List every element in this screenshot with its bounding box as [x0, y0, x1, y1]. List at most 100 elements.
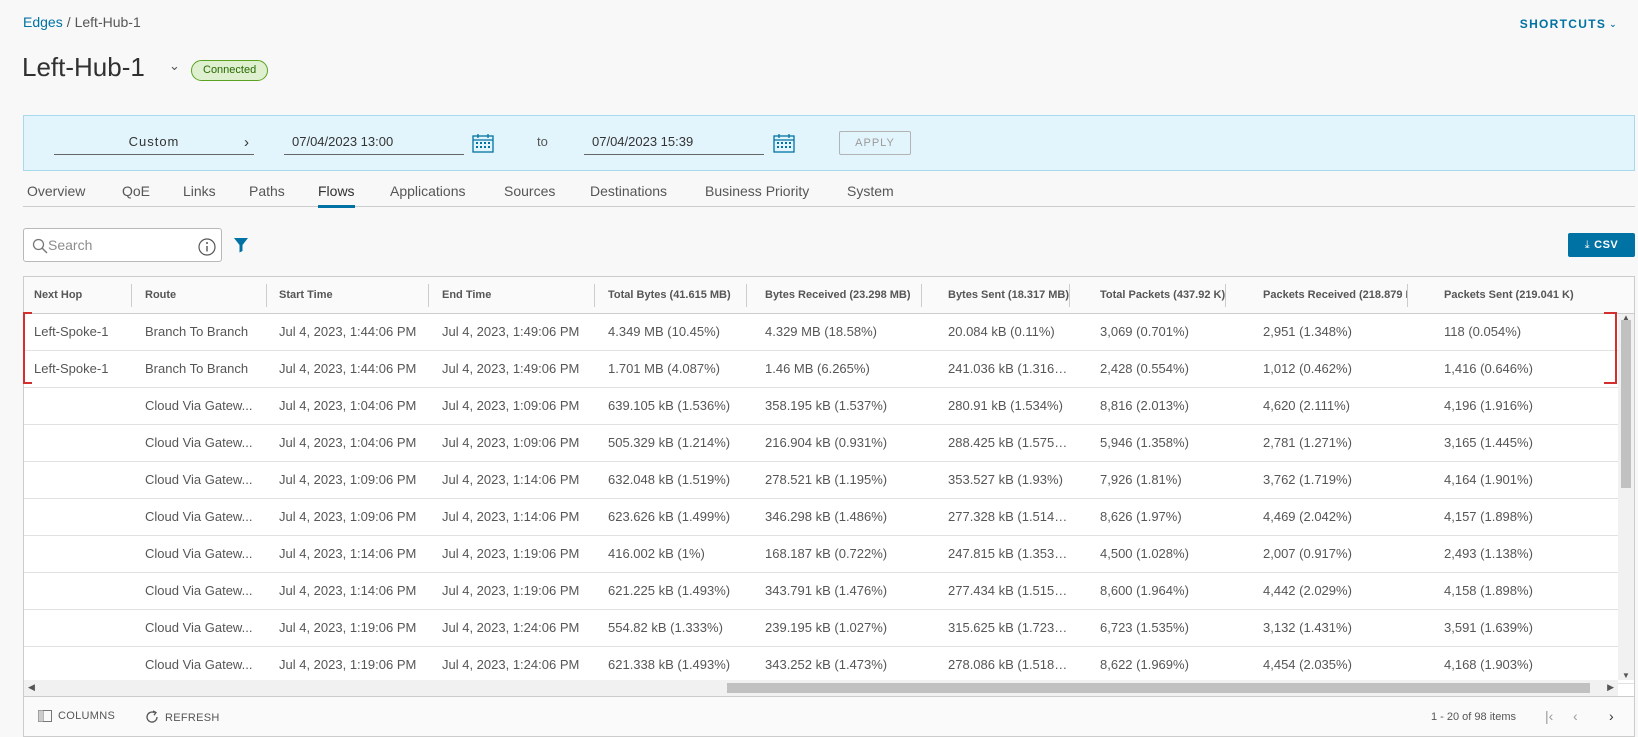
column-resize-handle[interactable] — [1225, 284, 1226, 307]
start-date-input[interactable]: 07/04/2023 13:00 — [284, 131, 464, 155]
cell-bytes-sent: 278.086 kB (1.518%) — [948, 657, 1069, 672]
column-header-total-bytes[interactable]: Total Bytes (41.615 MB) — [598, 277, 746, 314]
tab-paths[interactable]: Paths — [249, 183, 285, 199]
column-header-packets-received[interactable]: Packets Received (218.879 K) — [1253, 277, 1407, 314]
refresh-button[interactable]: REFRESH — [145, 710, 220, 724]
first-page-icon[interactable]: |‹ — [1545, 708, 1553, 724]
time-range-select[interactable]: Custom › — [54, 131, 254, 155]
tab-business-priority[interactable]: Business Priority — [705, 183, 809, 199]
tab-overview[interactable]: Overview — [27, 183, 85, 199]
next-page-icon[interactable]: › — [1609, 708, 1614, 724]
column-header-total-packets[interactable]: Total Packets (437.92 K) — [1090, 277, 1225, 314]
cell-next-hop: Left-Spoke-1 — [34, 324, 109, 339]
column-resize-handle[interactable] — [746, 284, 747, 307]
tab-sources[interactable]: Sources — [504, 183, 555, 199]
cell-total-bytes: 632.048 kB (1.519%) — [608, 472, 731, 487]
end-date-input[interactable]: 07/04/2023 15:39 — [584, 131, 764, 155]
previous-page-icon[interactable]: ‹ — [1573, 708, 1578, 724]
cell-bytes-received: 168.187 kB (0.722%) — [765, 546, 888, 561]
column-header-packets-sent[interactable]: Packets Sent (219.041 K) — [1434, 277, 1618, 314]
tab-system[interactable]: System — [847, 183, 894, 199]
scroll-left-icon[interactable]: ◀ — [28, 682, 35, 693]
edge-select-chevron-down-icon[interactable]: ⌄ — [169, 58, 180, 74]
table-row[interactable]: Cloud Via Gatew... Jul 4, 2023, 1:19:06 P… — [24, 647, 1634, 684]
breadcrumb: Edges / Left-Hub-1 — [23, 14, 141, 30]
scroll-right-icon[interactable]: ▶ — [1607, 682, 1614, 693]
column-header-end-time[interactable]: End Time — [432, 277, 594, 314]
cell-start-time: Jul 4, 2023, 1:04:06 PM — [279, 435, 417, 450]
horizontal-scroll-thumb[interactable] — [727, 683, 1590, 693]
time-range-value: Custom — [128, 134, 180, 149]
apply-button[interactable]: APPLY — [839, 131, 911, 155]
cell-packets-sent: 3,591 (1.639%) — [1444, 620, 1533, 635]
table-row[interactable]: Cloud Via Gatew... Jul 4, 2023, 1:14:06 P… — [24, 536, 1634, 573]
calendar-icon[interactable] — [472, 133, 494, 153]
cell-total-packets: 8,816 (2.013%) — [1100, 398, 1189, 413]
column-header-next-hop[interactable]: Next Hop — [24, 277, 131, 314]
column-resize-handle[interactable] — [1407, 284, 1408, 307]
cell-total-bytes: 621.338 kB (1.493%) — [608, 657, 731, 672]
csv-label: CSV — [1594, 239, 1619, 251]
cell-packets-received: 4,469 (2.042%) — [1263, 509, 1352, 524]
datagrid-header: Next Hop Route Start Time End Time Total… — [24, 277, 1634, 314]
csv-export-button[interactable]: ⤓ CSV — [1568, 233, 1635, 257]
table-row[interactable]: Cloud Via Gatew... Jul 4, 2023, 1:14:06 P… — [24, 573, 1634, 610]
cell-end-time: Jul 4, 2023, 1:14:06 PM — [442, 509, 580, 524]
cell-packets-received: 4,454 (2.035%) — [1263, 657, 1352, 672]
search-input[interactable] — [48, 235, 188, 255]
cell-bytes-received: 278.521 kB (1.195%) — [765, 472, 888, 487]
calendar-icon[interactable] — [773, 133, 795, 153]
columns-toggle-button[interactable]: COLUMNS — [38, 710, 115, 722]
table-row[interactable]: Cloud Via Gatew... Jul 4, 2023, 1:09:06 P… — [24, 462, 1634, 499]
horizontal-scrollbar[interactable]: ◀ ▶ — [24, 680, 1618, 696]
column-resize-handle[interactable] — [428, 284, 429, 307]
datagrid-footer: COLUMNS REFRESH 1 - 20 of 98 items |‹ ‹ … — [24, 696, 1634, 736]
cell-route: Cloud Via Gatew... — [145, 435, 253, 450]
column-header-bytes-sent[interactable]: Bytes Sent (18.317 MB) — [938, 277, 1069, 314]
tab-destinations[interactable]: Destinations — [590, 183, 667, 199]
column-header-bytes-received[interactable]: Bytes Received (23.298 MB) — [755, 277, 921, 314]
refresh-label: REFRESH — [165, 712, 220, 724]
table-row[interactable]: Left-Spoke-1 Branch To Branch Jul 4, 2023,… — [24, 351, 1634, 388]
info-icon[interactable] — [198, 238, 216, 256]
tab-flows[interactable]: Flows — [318, 183, 355, 208]
vertical-scroll-thumb[interactable] — [1621, 320, 1631, 488]
cell-start-time: Jul 4, 2023, 1:14:06 PM — [279, 546, 417, 561]
chevron-right-icon: › — [244, 134, 250, 151]
tab-qoe[interactable]: QoE — [122, 183, 150, 199]
vertical-scrollbar[interactable]: ▲ ▼ — [1618, 313, 1634, 680]
breadcrumb-separator: / — [66, 14, 71, 30]
column-resize-handle[interactable] — [921, 284, 922, 307]
cell-route: Cloud Via Gatew... — [145, 398, 253, 413]
column-resize-handle[interactable] — [1069, 284, 1070, 307]
cell-packets-received: 4,620 (2.111%) — [1263, 398, 1350, 413]
shortcuts-menu[interactable]: SHORTCUTS ⌄ — [1520, 17, 1618, 31]
scroll-down-icon[interactable]: ▼ — [1622, 671, 1630, 680]
cell-route: Cloud Via Gatew... — [145, 657, 253, 672]
table-row[interactable]: Cloud Via Gatew... Jul 4, 2023, 1:09:06 P… — [24, 499, 1634, 536]
table-row[interactable]: Cloud Via Gatew... Jul 4, 2023, 1:04:06 P… — [24, 388, 1634, 425]
cell-bytes-sent: 20.084 kB (0.11%) — [948, 324, 1055, 339]
tab-bar: Overview QoE Links Paths Flows Applicati… — [23, 178, 1635, 208]
cell-bytes-received: 358.195 kB (1.537%) — [765, 398, 888, 413]
cell-total-bytes: 505.329 kB (1.214%) — [608, 435, 731, 450]
cell-route: Cloud Via Gatew... — [145, 509, 253, 524]
breadcrumb-edges-link[interactable]: Edges — [23, 14, 63, 30]
column-resize-handle[interactable] — [131, 284, 132, 307]
table-row[interactable]: Cloud Via Gatew... Jul 4, 2023, 1:19:06 P… — [24, 610, 1634, 647]
to-label: to — [537, 134, 548, 149]
column-header-start-time[interactable]: Start Time — [269, 277, 428, 314]
table-row[interactable]: Left-Spoke-1 Branch To Branch Jul 4, 2023,… — [24, 314, 1634, 351]
column-resize-handle[interactable] — [266, 284, 267, 307]
tab-links[interactable]: Links — [183, 183, 216, 199]
column-resize-handle[interactable] — [594, 284, 595, 307]
cell-bytes-sent: 277.434 kB (1.515%) — [948, 583, 1069, 598]
column-header-route[interactable]: Route — [135, 277, 266, 314]
cell-start-time: Jul 4, 2023, 1:09:06 PM — [279, 509, 417, 524]
cell-packets-sent: 3,165 (1.445%) — [1444, 435, 1533, 450]
table-row[interactable]: Cloud Via Gatew... Jul 4, 2023, 1:04:06 P… — [24, 425, 1634, 462]
cell-packets-sent: 2,493 (1.138%) — [1444, 546, 1533, 561]
tab-applications[interactable]: Applications — [390, 183, 466, 199]
filter-icon[interactable] — [233, 237, 249, 253]
cell-bytes-sent: 315.625 kB (1.723%) — [948, 620, 1069, 635]
